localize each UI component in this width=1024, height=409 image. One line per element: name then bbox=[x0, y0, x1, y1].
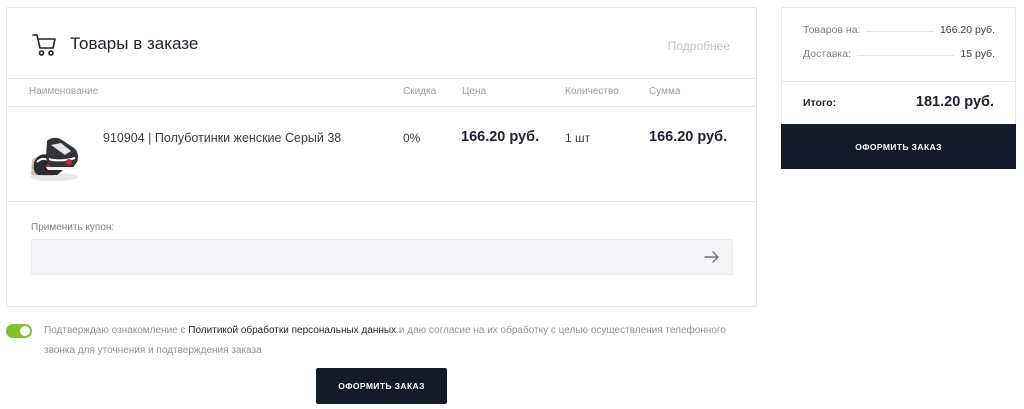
order-header: Товары в заказе Подробнее bbox=[7, 8, 756, 79]
summary-goods-row: Товаров на: 166.20 руб. bbox=[803, 24, 995, 38]
toggle-knob bbox=[20, 326, 30, 336]
summary-goods-label: Товаров на: bbox=[803, 24, 867, 36]
summary-delivery-value: 15 руб. bbox=[954, 48, 995, 60]
product-thumbnail[interactable] bbox=[27, 131, 81, 183]
consent-text: Подтверждаю ознакомление с Политикой обр… bbox=[44, 321, 744, 361]
total-label: Итого: bbox=[803, 97, 837, 109]
checkout-button[interactable]: ОФОРМИТЬ ЗАКАЗ bbox=[781, 124, 1016, 169]
column-price-header: Цена bbox=[462, 86, 487, 97]
table-header: Наименование Скидка Цена Количество Сумм… bbox=[7, 79, 756, 107]
checkout-button-bottom[interactable]: ОФОРМИТЬ ЗАКАЗ bbox=[316, 368, 447, 404]
coupon-input[interactable] bbox=[32, 240, 692, 274]
shopping-cart-icon bbox=[32, 34, 56, 56]
coupon-label: Применить купон: bbox=[31, 222, 115, 233]
summary-delivery-row: Доставка: 15 руб. bbox=[803, 48, 995, 62]
total-value: 181.20 руб. bbox=[915, 94, 994, 110]
coupon-field bbox=[31, 239, 733, 275]
product-name[interactable]: 910904 | Полуботинки женские Серый 38 bbox=[103, 131, 341, 145]
column-quantity-header: Количество bbox=[565, 86, 619, 97]
consent-text-before: Подтверждаю ознакомление с bbox=[44, 325, 189, 336]
order-summary-card: Товаров на: 166.20 руб. Доставка: 15 руб… bbox=[781, 7, 1016, 169]
summary-delivery-label: Доставка: bbox=[803, 48, 858, 60]
column-discount-header: Скидка bbox=[403, 86, 437, 97]
column-name-header: Наименование bbox=[29, 86, 99, 97]
table-row: 910904 | Полуботинки женские Серый 38 0%… bbox=[7, 107, 756, 202]
product-quantity: 1 шт bbox=[565, 131, 591, 145]
product-price: 166.20 руб. bbox=[461, 129, 540, 145]
summary-divider bbox=[782, 81, 1015, 82]
consent-toggle[interactable] bbox=[6, 324, 32, 338]
column-sum-header: Сумма bbox=[649, 86, 681, 97]
details-link[interactable]: Подробнее bbox=[668, 39, 730, 53]
summary-goods-value: 166.20 руб. bbox=[933, 24, 995, 36]
order-items-card: Товары в заказе Подробнее Наименование С… bbox=[6, 7, 757, 307]
privacy-policy-link[interactable]: Политикой обработки персональных данных bbox=[188, 325, 396, 336]
arrow-right-icon[interactable] bbox=[702, 248, 722, 266]
product-discount: 0% bbox=[403, 131, 421, 145]
order-title: Товары в заказе bbox=[70, 34, 199, 53]
product-sum: 166.20 руб. bbox=[649, 129, 728, 145]
